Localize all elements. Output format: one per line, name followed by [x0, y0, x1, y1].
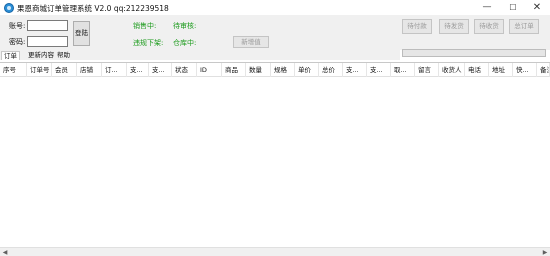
- column-header[interactable]: 会员: [52, 63, 77, 77]
- column-header[interactable]: 序号: [0, 63, 27, 77]
- column-header[interactable]: 快...: [513, 63, 537, 77]
- orders-grid[interactable]: 序号 订单号 会员 店铺 订... 支... 支... 状态 ID 商品 数量 …: [0, 62, 550, 247]
- pending-receipt-button[interactable]: 待收货: [474, 19, 504, 34]
- total-orders-button[interactable]: 总订单: [509, 19, 539, 34]
- column-header[interactable]: 备注: [537, 63, 550, 77]
- column-header[interactable]: 商品: [222, 63, 246, 77]
- column-header[interactable]: 店铺: [77, 63, 102, 77]
- scroll-left-icon[interactable]: ◀: [0, 248, 10, 256]
- column-header[interactable]: 单价: [295, 63, 319, 77]
- violation-removed-label: 违规下架:: [133, 39, 164, 47]
- in-warehouse-label: 仓库中:: [173, 39, 197, 47]
- column-header[interactable]: 支...: [149, 63, 172, 77]
- new-value-button[interactable]: 新增值: [233, 36, 269, 48]
- column-header[interactable]: 规格: [271, 63, 295, 77]
- column-header[interactable]: 电话: [465, 63, 489, 77]
- column-header[interactable]: 订...: [102, 63, 127, 77]
- maximize-icon[interactable]: ☐: [500, 0, 526, 16]
- title-bar: 果恩商城订单管理系统 V2.0 qq:212239518 — ☐ ✕: [0, 0, 550, 16]
- login-button[interactable]: 登陆: [73, 21, 90, 46]
- tab-orders[interactable]: 订单: [1, 51, 20, 60]
- control-panel: 账号: 密码: 登陆 销售中: 待审核: 违规下架: 仓库中: 新增值 待付款 …: [0, 16, 550, 50]
- password-label: 密码:: [9, 38, 26, 46]
- pending-payment-button[interactable]: 待付款: [402, 19, 432, 34]
- account-label: 账号:: [9, 22, 26, 30]
- column-header[interactable]: 数量: [246, 63, 271, 77]
- minimize-icon[interactable]: —: [474, 0, 500, 16]
- progress-bar: [402, 49, 546, 57]
- password-input[interactable]: [27, 36, 68, 47]
- account-input[interactable]: [27, 20, 68, 31]
- on-sale-label: 销售中:: [133, 22, 157, 30]
- window-title: 果恩商城订单管理系统 V2.0 qq:212239518: [17, 4, 169, 13]
- scroll-right-icon[interactable]: ▶: [540, 248, 550, 256]
- column-header[interactable]: 地址: [489, 63, 513, 77]
- column-header[interactable]: 留言: [415, 63, 439, 77]
- column-header[interactable]: 总价: [319, 63, 343, 77]
- grid-header: 序号 订单号 会员 店铺 订... 支... 支... 状态 ID 商品 数量 …: [0, 63, 550, 77]
- column-header[interactable]: 支...: [127, 63, 149, 77]
- column-header[interactable]: 支...: [367, 63, 391, 77]
- column-header[interactable]: 收货人: [439, 63, 465, 77]
- tab-help[interactable]: 帮助: [55, 51, 72, 60]
- column-header[interactable]: 取...: [391, 63, 415, 77]
- horizontal-scrollbar[interactable]: ◀ ▶: [0, 247, 550, 256]
- column-header[interactable]: 支...: [343, 63, 367, 77]
- column-header[interactable]: ID: [197, 63, 222, 77]
- pending-review-label: 待审核:: [173, 22, 197, 30]
- tab-strip: 订单 更新内容 帮助: [0, 50, 400, 60]
- pending-shipment-button[interactable]: 待发货: [439, 19, 469, 34]
- column-header[interactable]: 订单号: [27, 63, 52, 77]
- close-icon[interactable]: ✕: [524, 0, 550, 16]
- tab-updates[interactable]: 更新内容: [26, 51, 56, 60]
- app-globe-icon: [4, 3, 14, 13]
- column-header[interactable]: 状态: [172, 63, 197, 77]
